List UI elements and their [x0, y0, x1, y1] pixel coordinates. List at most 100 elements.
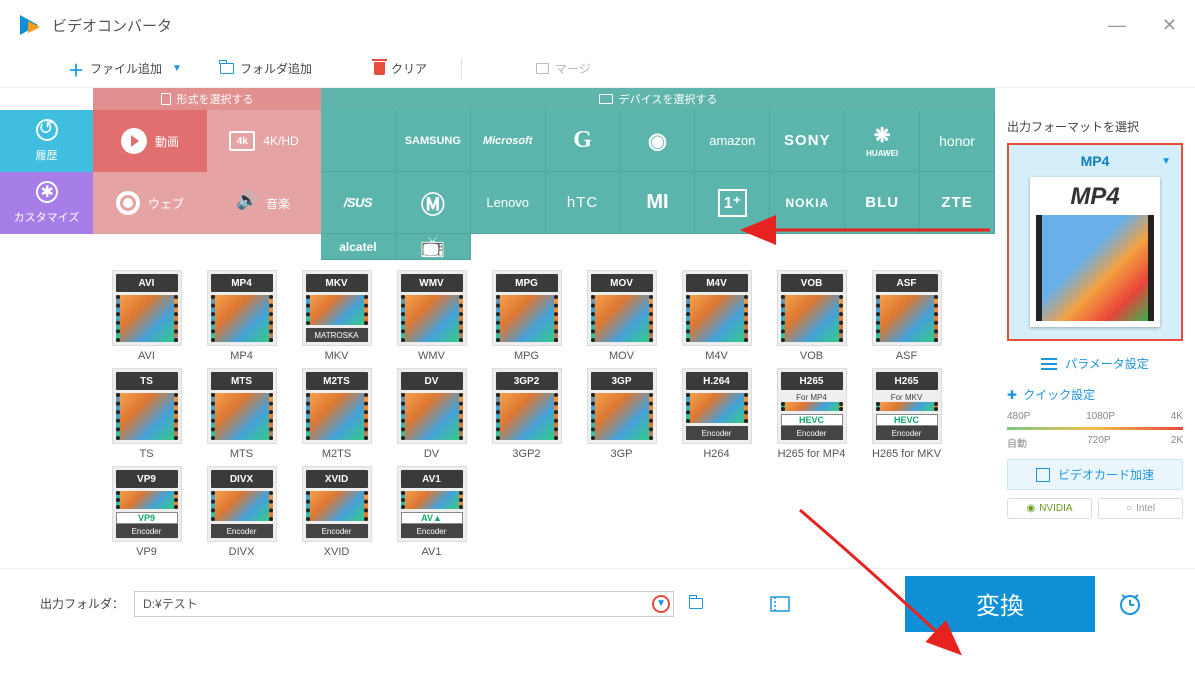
select-device-tab[interactable]: デバイスを選択する [321, 88, 995, 110]
gpu-intel[interactable]: Intel [1098, 498, 1183, 519]
format-mpg[interactable]: MPGMPG [479, 270, 574, 362]
format-mts[interactable]: MTSMTS [194, 368, 289, 460]
format-badge: TS [116, 372, 178, 390]
format-vp9[interactable]: VP9VP9EncoderVP9 [99, 466, 194, 558]
format-badge: M4V [686, 274, 748, 292]
brand-sony[interactable]: SONY [770, 110, 845, 172]
format-av1[interactable]: AV1AV▲EncoderAV1 [384, 466, 479, 558]
brand-zte[interactable]: ZTE [920, 172, 995, 234]
format-h265-for-mkv[interactable]: H265For MKVHEVCEncoderH265 for MKV [859, 368, 954, 460]
format-3gp[interactable]: 3GP3GP [574, 368, 669, 460]
clear-button[interactable]: クリア [366, 56, 435, 81]
format-thumb-badge: MP4 [1036, 183, 1154, 211]
type-4k[interactable]: 4k 4K/HD [207, 110, 321, 172]
document-icon [161, 93, 171, 105]
format-badge: AVI [116, 274, 178, 292]
brand-lenovo[interactable]: Lenovo [471, 172, 546, 234]
format-asf[interactable]: ASFASF [859, 270, 954, 362]
customize-tab[interactable]: カスタマイズ [0, 172, 93, 234]
format-mkv[interactable]: MKVMATROSKAMKV [289, 270, 384, 362]
format-badge: MP4 [211, 274, 273, 292]
type-video[interactable]: 動画 [93, 110, 207, 172]
customize-label: カスタマイズ [14, 209, 80, 225]
chevron-down-icon[interactable]: ▼ [1161, 156, 1171, 167]
brand-google[interactable]: G [546, 110, 621, 172]
app-title: ビデオコンバータ [52, 15, 172, 36]
close-button[interactable]: ✕ [1162, 15, 1177, 36]
format-divx[interactable]: DIVXEncoderDIVX [194, 466, 289, 558]
output-folder-input[interactable] [134, 591, 674, 617]
select-format-tab[interactable]: 形式を選択する [93, 88, 321, 110]
brand-xiaomi[interactable]: MI [621, 172, 696, 234]
type-audio[interactable]: 音楽 [207, 172, 321, 234]
brand-oneplus[interactable] [695, 172, 770, 234]
add-file-button[interactable]: ＋ ファイル追加 ▼ [60, 53, 190, 85]
brand-htc[interactable]: hTC [546, 172, 621, 234]
output-format-preview[interactable]: MP4 ▼ MP4 [1007, 143, 1183, 341]
add-file-label: ファイル追加 [90, 60, 162, 77]
brand-blu[interactable]: BLU [845, 172, 920, 234]
format-dv[interactable]: DVDV [384, 368, 479, 460]
format-label: 3GP2 [512, 448, 540, 460]
res-720p: 720P [1087, 435, 1110, 450]
format-m2ts[interactable]: M2TSM2TS [289, 368, 384, 460]
folder-icon [689, 598, 703, 609]
format-h264[interactable]: H.264EncoderH264 [669, 368, 764, 460]
format-label: XVID [324, 546, 350, 558]
plus-icon: ＋ [68, 57, 84, 81]
format-mov[interactable]: MOVMOV [574, 270, 669, 362]
format-badge: MTS [211, 372, 273, 390]
format-label: AVI [138, 350, 155, 362]
format-avi[interactable]: AVI AVI [99, 270, 194, 362]
brand-honor[interactable]: honor [920, 110, 995, 172]
schedule-button[interactable] [1105, 576, 1155, 632]
history-tab[interactable]: 履歴 [0, 110, 93, 172]
folder-icon [220, 63, 234, 74]
format-badge: 3GP2 [496, 372, 558, 390]
history-icon [36, 119, 58, 141]
parameter-settings-button[interactable]: パラメータ設定 [1007, 349, 1183, 378]
format-label: M4V [705, 350, 728, 362]
brand-motorola[interactable] [396, 172, 471, 234]
brand-asus[interactable]: /SUS [321, 172, 396, 234]
resolution-slider[interactable]: 480P 1080P 4K 自動 720P 2K [1007, 411, 1183, 451]
brand-microsoft[interactable]: Microsoft [471, 110, 546, 172]
format-label: TS [139, 448, 153, 460]
chevron-down-icon[interactable]: ▼ [172, 63, 182, 74]
res-480p: 480P [1007, 411, 1030, 422]
format-h265-for-mp4[interactable]: H265For MP4HEVCEncoderH265 for MP4 [764, 368, 859, 460]
res-4k: 4K [1171, 411, 1183, 422]
open-list-button[interactable] [768, 594, 792, 614]
gpu-accel-button[interactable]: ビデオカード加速 [1007, 459, 1183, 490]
format-wmv[interactable]: WMVWMV [384, 270, 479, 362]
list-icon [770, 596, 790, 612]
format-badge: XVID [306, 470, 368, 488]
brand-nokia[interactable]: NOKIA [770, 172, 845, 234]
format-3gp2[interactable]: 3GP2 3GP2 [479, 368, 574, 460]
open-folder-button[interactable] [684, 594, 708, 614]
brand-amazon[interactable]: amazon [695, 110, 770, 172]
output-folder-dropdown[interactable]: ▼ [652, 595, 670, 613]
type-web[interactable]: ウェブ [93, 172, 207, 234]
separator [461, 58, 462, 80]
format-ts[interactable]: TS TS [99, 368, 194, 460]
format-badge: MOV [591, 274, 653, 292]
brand-alcatel[interactable]: alcatel [321, 234, 396, 260]
brand-lg[interactable] [621, 110, 696, 172]
format-badge: MPG [496, 274, 558, 292]
format-xvid[interactable]: XVIDEncoderXVID [289, 466, 384, 558]
brand-apple[interactable] [321, 110, 396, 172]
minimize-button[interactable]: — [1108, 15, 1126, 36]
brand-samsung[interactable]: SAMSUNG [396, 110, 471, 172]
format-vob[interactable]: VOBVOB [764, 270, 859, 362]
brand-huawei[interactable]: HUAWEI [845, 110, 920, 172]
brand-tv[interactable] [396, 234, 471, 260]
select-format-label: 形式を選択する [177, 91, 254, 107]
format-m4v[interactable]: M4V M4V [669, 270, 764, 362]
format-badge: VOB [781, 274, 843, 292]
format-badge: ASF [876, 274, 938, 292]
add-folder-button[interactable]: フォルダ追加 [212, 56, 320, 81]
format-mp4[interactable]: MP4MP4 [194, 270, 289, 362]
gpu-nvidia[interactable]: NVIDIA [1007, 498, 1092, 519]
convert-button[interactable]: 変換 [905, 576, 1095, 632]
